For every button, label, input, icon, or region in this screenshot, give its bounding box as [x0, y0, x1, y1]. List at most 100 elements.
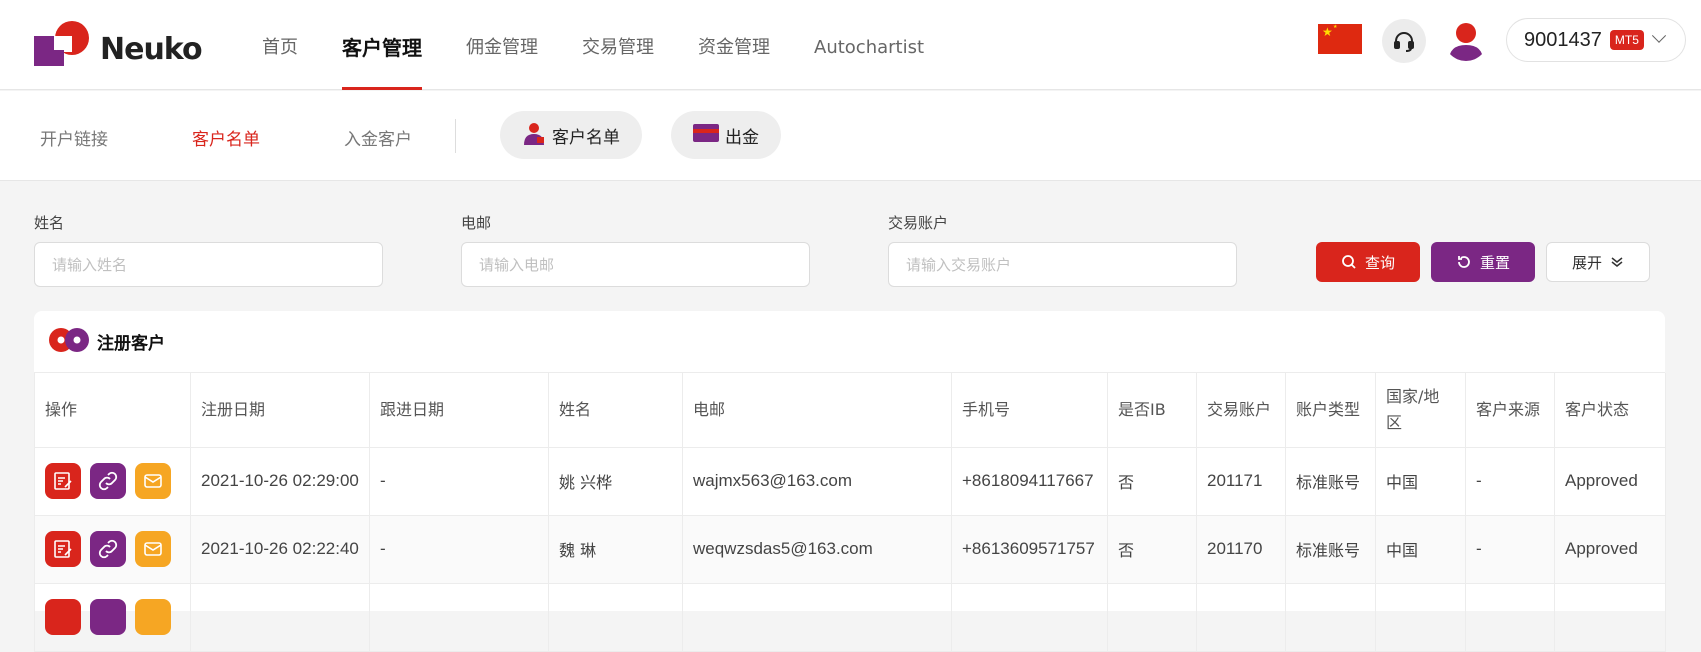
account-cell: [1196, 583, 1286, 652]
row-actions: [34, 515, 191, 584]
chevron-down-icon: [1651, 28, 1666, 43]
mail-icon[interactable]: [135, 599, 171, 635]
china-flag-icon[interactable]: ★ ★: [1318, 24, 1362, 54]
row-actions: [34, 447, 191, 516]
name-cell: [548, 583, 683, 652]
nav-item-funds[interactable]: 资金管理: [698, 0, 770, 90]
reg-date-cell: [190, 583, 370, 652]
country-cell: [1375, 583, 1466, 652]
link-icon[interactable]: [90, 531, 126, 567]
neuko-logo[interactable]: Neuko: [34, 16, 204, 70]
flag-small-star-icon: ★: [1333, 24, 1338, 30]
sub-nav: 开户链接 客户名单 入金客户 客户名单 出金: [0, 91, 1701, 181]
column-header: 交易账户: [1196, 373, 1286, 448]
subnav-item-open-account-link[interactable]: 开户链接: [40, 125, 108, 150]
is-ib-cell: 否: [1107, 447, 1197, 516]
account-filter-input[interactable]: [888, 242, 1237, 287]
status-cell: Approved: [1554, 515, 1666, 584]
withdraw-card-icon: [693, 123, 719, 147]
clients-table: 操作 注册日期 跟进日期 姓名 电邮 手机号 是否IB 交易账户 账户类型 国家…: [34, 373, 1666, 652]
subnav-item-client-list[interactable]: 客户名单: [192, 125, 260, 150]
account-selector[interactable]: 9001437 MT5: [1506, 18, 1686, 62]
main-nav: 首页 客户管理 佣金管理 交易管理 资金管理 Autochartist: [262, 0, 968, 90]
nav-item-commission[interactable]: 佣金管理: [466, 0, 538, 90]
client-list-icon: [522, 121, 546, 150]
column-header: 客户来源: [1465, 373, 1555, 448]
column-header: 手机号: [951, 373, 1108, 448]
user-avatar-icon[interactable]: [1444, 17, 1488, 61]
nav-item-trading[interactable]: 交易管理: [582, 0, 654, 90]
name-filter-input[interactable]: [34, 242, 383, 287]
name-cell: 魏 琳: [548, 515, 683, 584]
column-header: 客户状态: [1554, 373, 1666, 448]
column-header: 电邮: [682, 373, 952, 448]
country-cell: 中国: [1375, 515, 1466, 584]
table-row: [34, 583, 1666, 652]
source-cell: -: [1465, 515, 1555, 584]
subnav-item-deposit-clients[interactable]: 入金客户: [344, 125, 412, 150]
link-icon[interactable]: [90, 463, 126, 499]
search-button-label: 查询: [1364, 253, 1395, 272]
is-ib-cell: 否: [1107, 515, 1197, 584]
nav-item-home[interactable]: 首页: [262, 0, 298, 90]
table-row: 2021-10-26 02:22:40 - 魏 琳 weqwzsdas5@163…: [34, 515, 1666, 584]
reg-date-cell: 2021-10-26 02:29:00: [190, 447, 370, 516]
reset-button[interactable]: 重置: [1431, 242, 1535, 282]
row-actions: [34, 583, 191, 652]
email-filter-input[interactable]: [461, 242, 810, 287]
refresh-icon: [1456, 254, 1472, 270]
quick-withdraw-button[interactable]: 出金: [671, 111, 781, 159]
logo-mark-icon: [34, 21, 89, 66]
edit-icon[interactable]: [45, 599, 81, 635]
quick-client-list-button[interactable]: 客户名单: [500, 111, 642, 159]
country-cell: 中国: [1375, 447, 1466, 516]
mail-icon[interactable]: [135, 463, 171, 499]
status-cell: Approved: [1554, 447, 1666, 516]
edit-icon[interactable]: [45, 531, 81, 567]
platform-badge: MT5: [1609, 30, 1644, 50]
card-header: 注册客户: [34, 311, 1665, 373]
column-header[interactable]: 跟进日期: [369, 373, 549, 448]
account-type-cell: 标准账号: [1285, 515, 1376, 584]
email-cell: weqwzsdas5@163.com: [682, 515, 952, 584]
double-chevron-down-icon: [1610, 255, 1624, 269]
edit-icon[interactable]: [45, 463, 81, 499]
account-filter-label: 交易账户: [888, 214, 949, 232]
filter-panel: 姓名 电邮 交易账户 查询 重置 展开: [0, 182, 1701, 312]
account-number: 9001437: [1524, 28, 1602, 51]
quick-withdraw-label: 出金: [725, 127, 759, 148]
link-icon[interactable]: [90, 599, 126, 635]
table-row: 2021-10-26 02:29:00 - 姚 兴桦 wajmx563@163.…: [34, 447, 1666, 516]
follow-date-cell: -: [369, 447, 549, 516]
email-cell: [682, 583, 952, 652]
expand-button[interactable]: 展开: [1546, 242, 1650, 282]
follow-date-cell: -: [369, 515, 549, 584]
flag-star-icon: ★: [1322, 25, 1333, 39]
column-header: 是否IB: [1107, 373, 1197, 448]
search-icon: [1341, 254, 1357, 270]
nav-item-client-management[interactable]: 客户管理: [342, 0, 422, 90]
logo-wordmark: Neuko: [100, 32, 203, 67]
subnav-divider: [455, 119, 456, 153]
phone-cell: +8613609571757: [951, 515, 1108, 584]
column-header: 账户类型: [1285, 373, 1376, 448]
status-cell: [1554, 583, 1666, 652]
card-title: 注册客户: [97, 334, 165, 354]
name-filter-label: 姓名: [34, 214, 65, 232]
headset-icon[interactable]: [1382, 19, 1426, 63]
section-logo-icon: [49, 327, 89, 356]
column-header: 国家/地区: [1375, 373, 1466, 448]
nav-item-autochartist[interactable]: Autochartist: [814, 0, 924, 90]
phone-cell: +8618094117667: [951, 447, 1108, 516]
search-button[interactable]: 查询: [1316, 242, 1420, 282]
column-header: 姓名: [548, 373, 683, 448]
mail-icon[interactable]: [135, 531, 171, 567]
table-header-row: 操作 注册日期 跟进日期 姓名 电邮 手机号 是否IB 交易账户 账户类型 国家…: [34, 373, 1666, 448]
name-cell: 姚 兴桦: [548, 447, 683, 516]
account-type-cell: [1285, 583, 1376, 652]
account-type-cell: 标准账号: [1285, 447, 1376, 516]
email-cell: wajmx563@163.com: [682, 447, 952, 516]
follow-date-cell: [369, 583, 549, 652]
quick-client-list-label: 客户名单: [552, 127, 620, 148]
column-header[interactable]: 注册日期: [190, 373, 370, 448]
